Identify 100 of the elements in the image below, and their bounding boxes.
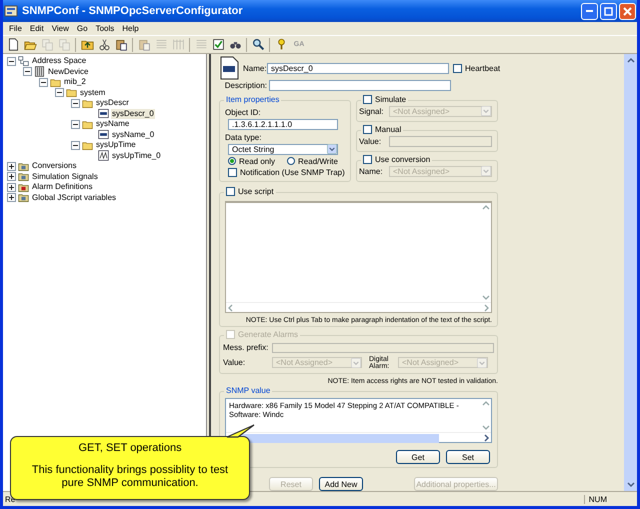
action-button[interactable]: Set: [446, 450, 490, 464]
scroll-up-icon: [626, 56, 636, 64]
checkbox-label: Generate Alarms: [238, 330, 298, 339]
tree-item[interactable]: sysDescr: [95, 98, 130, 108]
app-icon: [4, 4, 18, 18]
copy-icon: [58, 38, 70, 51]
scroll-down-icon: [481, 424, 491, 432]
tree-item[interactable]: mib_2: [63, 77, 87, 88]
vertical-scrollbar[interactable]: [624, 54, 637, 491]
tree-item[interactable]: system: [79, 88, 106, 98]
minimize-icon: [586, 10, 593, 12]
menu-item[interactable]: Help: [118, 24, 143, 33]
vertical-scrollbar[interactable]: [481, 202, 491, 302]
scroll-right-icon: [483, 302, 491, 313]
copy-icon: [40, 38, 54, 51]
field-label: Object ID:: [225, 108, 261, 117]
menu-item[interactable]: File: [5, 24, 26, 33]
search-icon: [252, 38, 264, 51]
checkbox[interactable]: [453, 64, 462, 72]
checkbox[interactable]: [228, 168, 237, 177]
tree-item[interactable]: Conversions: [31, 161, 78, 172]
horizontal-scrollbar[interactable]: [226, 302, 491, 313]
checkbox[interactable]: [363, 124, 372, 134]
tree-item[interactable]: sysName_0: [111, 130, 156, 140]
tree-item[interactable]: Global JScript variables: [31, 192, 118, 203]
device-icon: [34, 66, 45, 78]
tree-item[interactable]: sysDescr_0: [111, 108, 155, 119]
scissors-icon: [98, 38, 110, 51]
menu-item[interactable]: Tools: [92, 24, 118, 33]
name-field[interactable]: sysDescr_0: [267, 62, 449, 74]
object-id-field[interactable]: .1.3.6.1.2.1.1.1.0: [228, 118, 338, 130]
collapse-icon[interactable]: [71, 140, 80, 150]
menu-item[interactable]: Go: [72, 24, 92, 33]
tree-item[interactable]: sysUpTime_0: [111, 150, 162, 161]
folder-icon: [82, 118, 93, 130]
radio-button[interactable]: [228, 157, 236, 166]
tree-item[interactable]: sysName: [95, 119, 130, 130]
field-label: Value:: [359, 136, 382, 146]
menu-item[interactable]: View: [48, 24, 73, 33]
value-field[interactable]: [389, 136, 492, 147]
message-prefix-field[interactable]: [272, 342, 494, 353]
list-icon: [194, 38, 208, 51]
new-file-icon: [6, 38, 20, 51]
folder-icon: [18, 171, 29, 182]
close-button[interactable]: [619, 2, 636, 20]
tree-item[interactable]: sysUpTime: [95, 140, 137, 150]
expand-icon[interactable]: [7, 182, 16, 192]
data-type-dropdown[interactable]: Octet String: [228, 144, 338, 155]
maximize-icon: [604, 6, 613, 16]
collapse-icon[interactable]: [71, 120, 80, 129]
tree-item[interactable]: Address Space: [31, 56, 88, 66]
field-label: Signal:: [359, 106, 384, 116]
num-lock-indicator: NUM: [584, 494, 625, 504]
checkbox-label: Notification (Use SNMP Trap): [240, 168, 345, 177]
tag-icon: [98, 129, 109, 140]
scroll-down-icon: [626, 481, 636, 489]
minimize-button[interactable]: [581, 2, 598, 20]
tree-item[interactable]: Simulation Signals: [31, 172, 99, 182]
close-icon: [623, 6, 632, 16]
expand-icon[interactable]: [7, 172, 16, 182]
checkbox[interactable]: [226, 186, 235, 196]
tree-item[interactable]: NewDevice: [47, 66, 90, 77]
collapse-icon[interactable]: [23, 67, 32, 76]
callout-text: This functionality brings possiblity to test pure SNMP communication.: [30, 464, 230, 490]
maximize-button[interactable]: [600, 2, 617, 20]
vertical-scrollbar[interactable]: [481, 399, 491, 432]
checkbox[interactable]: [363, 94, 372, 104]
expand-icon[interactable]: [7, 193, 16, 202]
folder-icon: [18, 192, 29, 204]
menu-item[interactable]: Edit: [26, 24, 48, 33]
checkbox-label: Manual: [375, 124, 402, 134]
checkbox-label: Use conversion: [375, 154, 430, 164]
folder-icon: [18, 160, 29, 172]
description-field[interactable]: [269, 80, 451, 92]
radio-button[interactable]: [287, 157, 296, 166]
checkbox[interactable]: [363, 154, 372, 164]
radio-label: Read/Write: [298, 156, 338, 166]
checkbox-label: Heartbeat: [465, 64, 500, 72]
field-label: Value:: [223, 358, 246, 368]
toolbar-button[interactable]: [210, 36, 226, 52]
waveform-icon: [98, 150, 109, 162]
list-icon: [154, 38, 168, 51]
scroll-up-icon: [481, 399, 491, 408]
expand-icon[interactable]: [7, 162, 16, 171]
toolbar-button[interactable]: [250, 36, 266, 52]
field-label: Mess. prefix:: [223, 343, 268, 352]
field-label: Name:: [359, 166, 384, 176]
scroll-up-icon: [481, 202, 491, 211]
callout-title: GET, SET operations: [78, 442, 182, 454]
collapse-icon[interactable]: [39, 78, 48, 87]
action-button[interactable]: Get: [396, 450, 440, 464]
tree-item[interactable]: Alarm Definitions: [31, 182, 94, 192]
grid-icon: [172, 38, 184, 51]
paste-icon: [138, 38, 150, 51]
checkmark-icon: [212, 38, 224, 51]
collapse-icon[interactable]: [71, 98, 80, 108]
checkbox-label: Use script: [238, 186, 274, 196]
collapse-icon[interactable]: [7, 56, 16, 66]
action-button[interactable]: Add New: [319, 477, 363, 491]
collapse-icon[interactable]: [55, 88, 64, 98]
